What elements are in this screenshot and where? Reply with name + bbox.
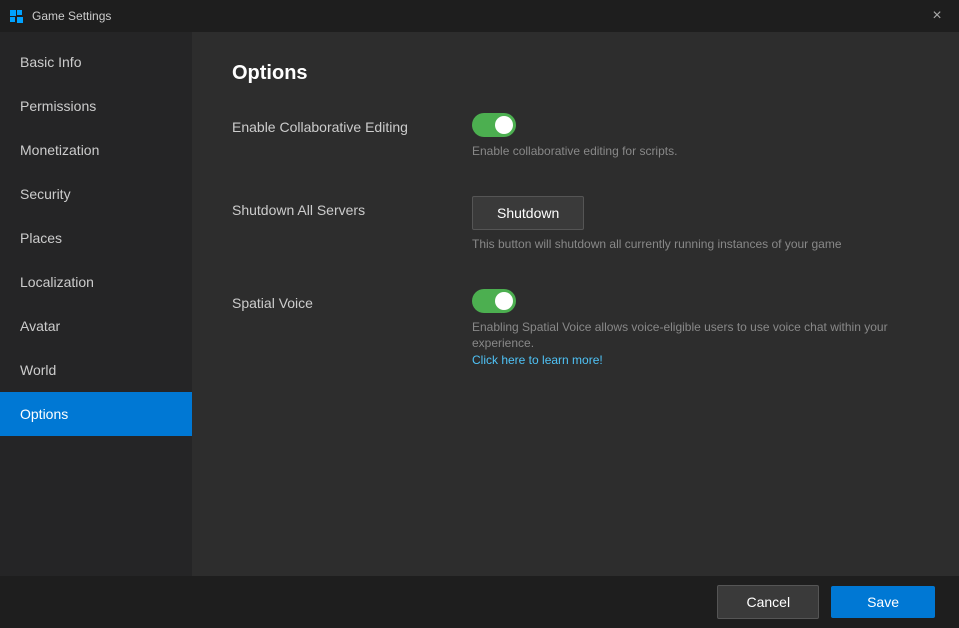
option-label-collab: Enable Collaborative Editing — [232, 113, 472, 135]
option-label-spatial-voice: Spatial Voice — [232, 289, 472, 311]
spatial-voice-learn-more-link[interactable]: Click here to learn more! — [472, 353, 603, 367]
sidebar-item-permissions[interactable]: Permissions — [0, 84, 192, 128]
sidebar-item-monetization[interactable]: Monetization — [0, 128, 192, 172]
title-bar: Game Settings × — [0, 0, 959, 32]
collab-description: Enable collaborative editing for scripts… — [472, 143, 919, 160]
footer: Cancel Save — [0, 576, 959, 628]
option-control-collab: Enable collaborative editing for scripts… — [472, 113, 919, 160]
sidebar-item-world[interactable]: World — [0, 348, 192, 392]
option-row-spatial-voice: Spatial Voice Enabling Spatial Voice all… — [232, 289, 919, 369]
title-bar-left: Game Settings — [8, 8, 111, 24]
collab-toggle[interactable] — [472, 113, 516, 137]
option-row-shutdown: Shutdown All Servers Shutdown This butto… — [232, 196, 919, 253]
content-area: Options Enable Collaborative Editing Ena… — [192, 32, 959, 576]
window-title: Game Settings — [32, 9, 111, 23]
cancel-button[interactable]: Cancel — [717, 585, 819, 619]
sidebar-item-localization[interactable]: Localization — [0, 260, 192, 304]
option-control-spatial-voice: Enabling Spatial Voice allows voice-elig… — [472, 289, 919, 369]
sidebar-item-places[interactable]: Places — [0, 216, 192, 260]
sidebar-item-options[interactable]: Options — [0, 392, 192, 436]
toggle-wrapper-collab — [472, 113, 919, 137]
sidebar-item-security[interactable]: Security — [0, 172, 192, 216]
toggle-wrapper-spatial-voice — [472, 289, 919, 313]
spatial-voice-toggle[interactable] — [472, 289, 516, 313]
option-row-collab: Enable Collaborative Editing Enable coll… — [232, 113, 919, 160]
shutdown-button[interactable]: Shutdown — [472, 196, 584, 230]
sidebar: Basic Info Permissions Monetization Secu… — [0, 32, 192, 576]
close-button[interactable]: × — [923, 2, 951, 30]
sidebar-item-basic-info[interactable]: Basic Info — [0, 40, 192, 84]
save-button[interactable]: Save — [831, 586, 935, 618]
option-control-shutdown: Shutdown This button will shutdown all c… — [472, 196, 919, 253]
sidebar-item-avatar[interactable]: Avatar — [0, 304, 192, 348]
shutdown-description: This button will shutdown all currently … — [472, 236, 919, 253]
content-title: Options — [232, 62, 919, 85]
spatial-voice-description: Enabling Spatial Voice allows voice-elig… — [472, 319, 919, 369]
main-layout: Basic Info Permissions Monetization Secu… — [0, 32, 959, 576]
option-label-shutdown: Shutdown All Servers — [232, 196, 472, 218]
app-icon — [8, 8, 24, 24]
